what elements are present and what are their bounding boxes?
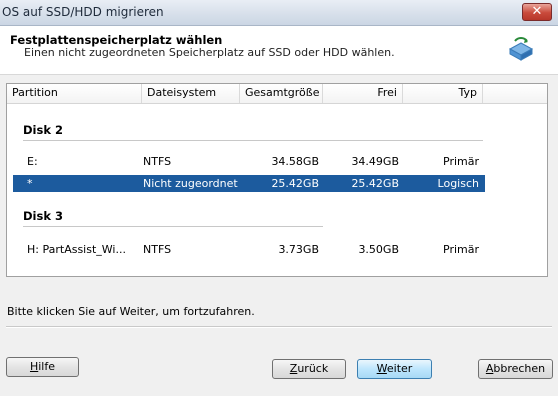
table-row-selected[interactable]: * Nicht zugeordnet 25.42GB 25.42GB Logis… bbox=[13, 175, 485, 192]
button-label: ilfe bbox=[38, 360, 56, 373]
button-label: bbrechen bbox=[493, 362, 546, 375]
window-title: OS auf SSD/HDD migrieren bbox=[2, 5, 164, 19]
title-bar: OS auf SSD/HDD migrieren ✕ bbox=[0, 0, 558, 26]
free-cell: 3.50GB bbox=[358, 243, 399, 256]
column-total-size[interactable]: Gesamtgröße bbox=[240, 84, 323, 103]
mnemonic: W bbox=[376, 362, 387, 375]
column-free[interactable]: Frei bbox=[323, 84, 403, 103]
disk-group-label: Disk 3 bbox=[23, 209, 63, 223]
total-cell: 25.42GB bbox=[271, 177, 319, 190]
disk-group-label: Disk 2 bbox=[23, 123, 63, 137]
back-button[interactable]: Zurück bbox=[272, 359, 346, 379]
table-row[interactable]: H: PartAssist_Wi... NTFS 3.73GB 3.50GB P… bbox=[13, 241, 485, 258]
button-label: urück bbox=[297, 362, 329, 375]
filesystem-cell: NTFS bbox=[143, 155, 172, 168]
total-cell: 34.58GB bbox=[271, 155, 319, 168]
table-row[interactable]: E: NTFS 34.58GB 34.49GB Primär bbox=[13, 153, 485, 170]
column-type[interactable]: Typ bbox=[403, 84, 483, 103]
page-subtitle: Einen nicht zugeordneten Speicherplatz a… bbox=[24, 46, 395, 59]
partition-cell: * bbox=[27, 177, 33, 190]
free-cell: 25.42GB bbox=[351, 177, 399, 190]
free-cell: 34.49GB bbox=[351, 155, 399, 168]
divider bbox=[23, 140, 483, 141]
type-cell: Logisch bbox=[437, 177, 479, 190]
close-button[interactable]: ✕ bbox=[522, 3, 552, 21]
divider bbox=[6, 326, 552, 328]
next-button[interactable]: Weiter bbox=[357, 359, 432, 379]
close-icon: ✕ bbox=[531, 4, 543, 19]
disk-migrate-icon bbox=[508, 37, 534, 61]
filesystem-cell: NTFS bbox=[143, 243, 172, 256]
column-partition[interactable]: Partition bbox=[7, 84, 142, 103]
type-cell: Primär bbox=[443, 155, 479, 168]
type-cell: Primär bbox=[443, 243, 479, 256]
column-filesystem[interactable]: Dateisystem bbox=[142, 84, 240, 103]
partition-cell: E: bbox=[27, 155, 38, 168]
partition-list[interactable]: Partition Dateisystem Gesamtgröße Frei T… bbox=[6, 83, 548, 277]
filesystem-cell: Nicht zugeordnet bbox=[143, 177, 238, 190]
partition-cell: H: PartAssist_Wi... bbox=[27, 243, 126, 256]
mnemonic: H bbox=[29, 360, 39, 373]
divider bbox=[23, 226, 323, 227]
column-header: Partition Dateisystem Gesamtgröße Frei T… bbox=[7, 84, 547, 104]
status-text: Bitte klicken Sie auf Weiter, um fortzuf… bbox=[7, 305, 255, 318]
total-cell: 3.73GB bbox=[278, 243, 319, 256]
button-label: eiter bbox=[386, 362, 413, 375]
cancel-button[interactable]: Abbrechen bbox=[478, 359, 553, 379]
help-button[interactable]: Hilfe bbox=[6, 357, 79, 377]
wizard-header: Festplattenspeicherplatz wählen Einen ni… bbox=[0, 26, 558, 75]
page-title: Festplattenspeicherplatz wählen bbox=[10, 33, 223, 47]
